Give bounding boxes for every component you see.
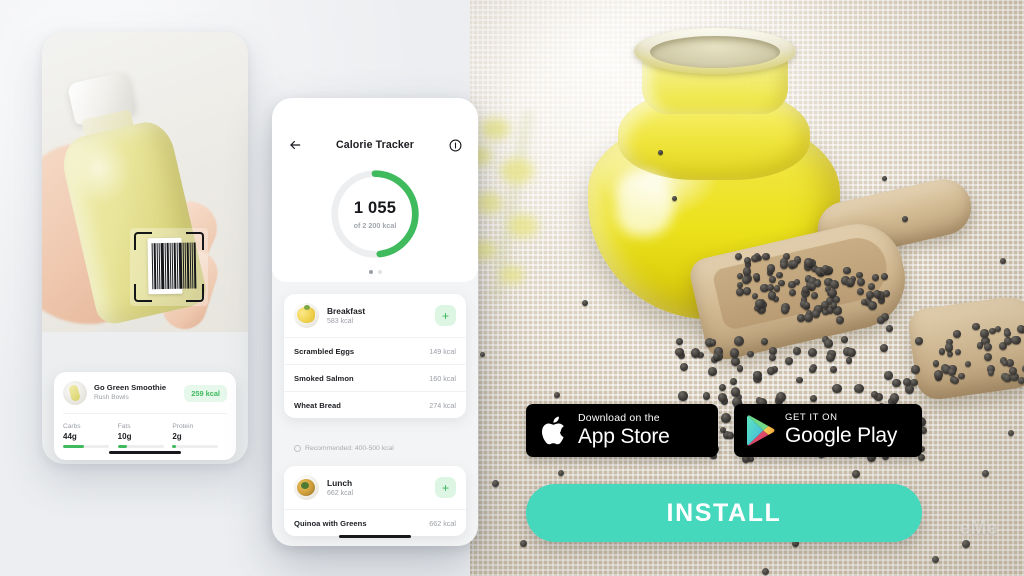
google-play-triangle-icon <box>747 415 775 446</box>
product-thumbnail-icon <box>63 381 87 405</box>
home-indicator <box>339 534 411 538</box>
scanner-camera-view <box>42 32 248 332</box>
macro-protein: Protein 2g <box>172 423 227 448</box>
calorie-progress-ring: 1 055 of 2 200 kcal <box>327 166 423 262</box>
ad-creative-stage: eMe Go Green Smoothie Rush Bowls 259 kca… <box>0 0 1024 576</box>
tracker-header-card: Calorie Tracker 1 055 of 2 200 kcal <box>272 98 478 282</box>
product-calorie-badge: 259 kcal <box>184 384 227 402</box>
back-arrow-icon[interactable] <box>288 138 302 152</box>
app-store-small-text: Download on the <box>578 411 660 424</box>
pagination-dot[interactable] <box>368 270 373 274</box>
add-food-button-lunch[interactable]: + <box>435 477 456 498</box>
food-calories: 662 kcal <box>429 518 456 528</box>
home-indicator <box>109 450 181 454</box>
food-name: Smoked Salmon <box>294 373 354 383</box>
recommendation-text: Recommended: 400-500 kcal <box>305 445 394 452</box>
food-calories: 160 kcal <box>429 373 456 383</box>
macro-label: Carbs <box>63 423 81 430</box>
product-card-header: Go Green Smoothie Rush Bowls 259 kcal <box>54 372 236 413</box>
macro-fats: Fats 10g <box>117 423 173 448</box>
macro-fill <box>172 445 177 448</box>
google-play-big-text: Google Play <box>785 424 898 448</box>
macro-value: 44g <box>63 432 77 441</box>
google-play-badge[interactable]: GET IT ON Google Play <box>734 404 922 457</box>
product-brand: Rush Bowls <box>94 393 129 401</box>
meal-calories: 662 kcal <box>327 490 354 498</box>
food-name: Quinoa with Greens <box>294 518 367 528</box>
phone-mockup-scanner: Go Green Smoothie Rush Bowls 259 kcal Ca… <box>42 32 248 464</box>
ring-center-text: 1 055 of 2 200 kcal <box>327 166 423 262</box>
macro-breakdown: Carbs 44g Fats 10g Protein 2g <box>54 414 236 448</box>
install-button[interactable]: INSTALL <box>526 484 922 542</box>
phone-mockup-tracker: Calorie Tracker 1 055 of 2 200 kcal Brea… <box>272 98 478 546</box>
food-calories: 274 kcal <box>429 400 456 410</box>
food-name: Wheat Bread <box>294 400 341 410</box>
product-identity: Go Green Smoothie Rush Bowls <box>94 383 166 402</box>
calories-consumed: 1 055 <box>353 198 397 217</box>
scrambled-eggs-icon <box>294 303 319 328</box>
food-calories: 149 kcal <box>429 346 456 356</box>
macro-fill <box>117 445 127 448</box>
meal-identity: Breakfast 583 kcal <box>327 306 365 325</box>
food-row[interactable]: Wheat Bread 274 kcal <box>284 391 466 418</box>
recommendation-note: Recommended: 400-500 kcal <box>294 445 394 452</box>
tracker-topbar: Calorie Tracker <box>272 98 478 152</box>
google-play-small-text: GET IT ON <box>785 412 838 424</box>
photo-watermark: eMe <box>959 518 998 539</box>
barcode-icon <box>147 237 197 295</box>
carousel-pagination[interactable] <box>272 270 478 274</box>
meal-header: Breakfast 583 kcal + <box>284 294 466 337</box>
meal-card-breakfast[interactable]: Breakfast 583 kcal + Scrambled Eggs 149 … <box>284 294 466 418</box>
meal-name: Lunch <box>327 477 353 488</box>
meal-card-lunch[interactable]: Lunch 662 kcal + Quinoa with Greens 662 … <box>284 466 466 536</box>
info-icon[interactable] <box>448 138 462 152</box>
macro-fill <box>63 445 84 448</box>
scanned-product-card[interactable]: Go Green Smoothie Rush Bowls 259 kcal Ca… <box>54 372 236 460</box>
calorie-goal: of 2 200 kcal <box>353 220 397 230</box>
meal-identity: Lunch 662 kcal <box>327 478 353 497</box>
info-circle-icon <box>294 445 301 452</box>
macro-label: Fats <box>117 423 131 430</box>
macro-carbs: Carbs 44g <box>63 423 118 448</box>
app-store-badge[interactable]: Download on the App Store <box>526 404 718 457</box>
page-title: Calorie Tracker <box>335 139 415 151</box>
macro-bar <box>63 445 109 448</box>
food-row[interactable]: Quinoa with Greens 662 kcal <box>284 509 466 536</box>
google-play-text: GET IT ON Google Play <box>785 413 897 447</box>
food-row[interactable]: Scrambled Eggs 149 kcal <box>284 337 466 364</box>
macro-value: 10g <box>117 432 132 441</box>
add-food-button-breakfast[interactable]: + <box>435 305 456 326</box>
app-store-text: Download on the App Store <box>578 411 670 449</box>
pagination-dot[interactable] <box>377 270 382 274</box>
quinoa-bowl-icon <box>294 475 319 500</box>
macro-label: Protein <box>172 423 194 430</box>
food-row[interactable]: Smoked Salmon 160 kcal <box>284 364 466 391</box>
product-name: Go Green Smoothie <box>94 383 167 393</box>
meal-calories: 583 kcal <box>327 318 354 326</box>
apple-logo-icon <box>541 416 564 444</box>
macro-bar <box>117 445 164 448</box>
barcode-scan-frame-icon[interactable] <box>130 228 208 306</box>
food-name: Scrambled Eggs <box>294 346 355 356</box>
meal-name: Breakfast <box>327 305 366 316</box>
meal-header: Lunch 662 kcal + <box>284 466 466 509</box>
macro-bar <box>172 445 219 448</box>
app-store-big-text: App Store <box>578 424 670 448</box>
macro-value: 2g <box>172 432 182 441</box>
